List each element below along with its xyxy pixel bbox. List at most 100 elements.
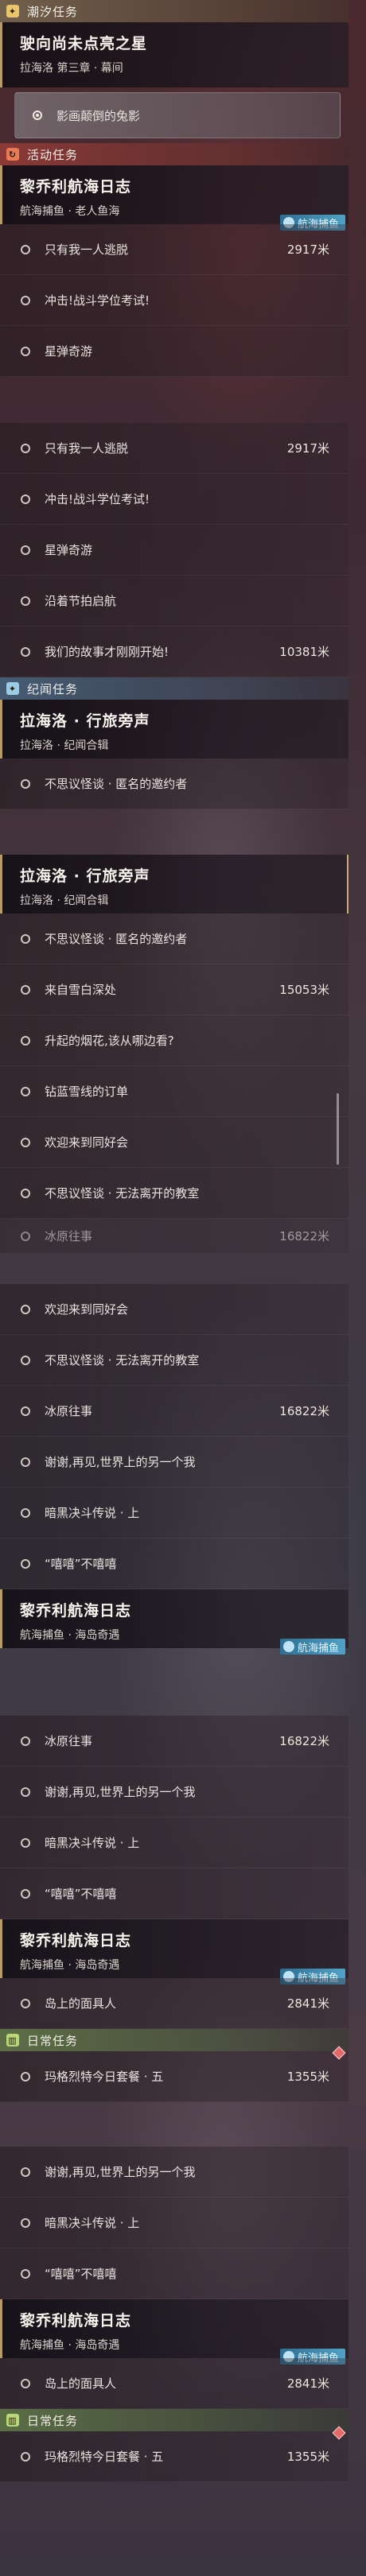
quest-item[interactable]: 冲击!战斗学位考试! (0, 474, 348, 525)
fishing-tag: 航海捕鱼 (279, 1639, 345, 1655)
quest-item-label: 冲击!战斗学位考试! (45, 492, 150, 506)
quest-panel-5: 冰原往事 16822米 谢谢,再见,世界上的另一个我 暗黑决斗传说 · 上 “嘻… (0, 1716, 348, 2102)
quest-item-label: 岛上的面具人 (45, 1996, 117, 2011)
quest-subtitle: 拉海洛 第三章 · 幕间 (20, 62, 123, 75)
quest-item[interactable]: 星弹奇游 (0, 326, 348, 377)
quest-item[interactable]: 暗黑决斗传说 · 上 (0, 1488, 348, 1538)
radio-icon (21, 778, 30, 789)
quest-item[interactable]: “嘻嘻”不嘻嘻 (0, 1868, 348, 1919)
section-tide-quests[interactable]: ✦ 潮汐任务 (0, 0, 348, 22)
quest-item[interactable]: 不思议怪谈 · 匿名的邀约者 (0, 758, 348, 809)
quest-header-chronicle[interactable]: 拉海洛 · 行旅旁声 拉海洛 · 纪闻合辑 (0, 855, 348, 914)
quest-item-label: 暗黑决斗传说 · 上 (45, 1836, 140, 1850)
quest-item-label: “嘻嘻”不嘻嘻 (45, 1557, 117, 1571)
quest-item[interactable]: “嘻嘻”不嘻嘻 (0, 1538, 348, 1589)
quest-item[interactable]: 冲击!战斗学位考试! (0, 275, 348, 326)
quest-item[interactable]: 暗黑决斗传说 · 上 (0, 1818, 348, 1868)
section-daily-quests[interactable]: ▥ 日常任务 (0, 2409, 348, 2431)
quest-item-label: 不思议怪谈 · 无法离开的教室 (45, 1186, 200, 1201)
quest-item[interactable]: “嘻嘻”不嘻嘻 (0, 2248, 348, 2299)
quest-title: 黎乔利航海日志 (20, 178, 132, 196)
quest-title: 拉海洛 · 行旅旁声 (20, 867, 150, 885)
quest-header-sailing-island[interactable]: 黎乔利航海日志 航海捕鱼 · 海岛奇遇 航海捕鱼 (0, 1919, 348, 1984)
radio-icon (21, 1736, 30, 1746)
quest-item[interactable]: 冰原往事 16822米 (0, 1386, 348, 1437)
quest-item[interactable]: 欢迎来到同好会 (0, 1284, 348, 1335)
quest-item[interactable]: 谢谢,再见,世界上的另一个我 (0, 1767, 348, 1818)
radio-icon (21, 646, 30, 657)
radio-icon (21, 494, 30, 504)
radio-icon (21, 1837, 30, 1848)
radio-icon (21, 1304, 30, 1314)
radio-icon (21, 1231, 30, 1241)
section-tide-label: 潮汐任务 (27, 4, 79, 19)
quest-title: 黎乔利航海日志 (20, 2312, 132, 2330)
quest-header-main[interactable]: 驶向尚未点亮之星 拉海洛 第三章 · 幕间 (0, 22, 348, 87)
quest-item[interactable]: 冰原往事 16822米 (0, 1716, 348, 1767)
quest-item[interactable]: 暗黑决斗传说 · 上 (0, 2198, 348, 2248)
quest-item-label: 暗黑决斗传说 · 上 (45, 1506, 140, 1520)
radio-icon (21, 2217, 30, 2228)
quest-item-label: 钻蓝雪线的订单 (45, 1084, 129, 1099)
radio-icon (21, 1137, 30, 1147)
quest-header-chronicle[interactable]: 拉海洛 · 行旅旁声 拉海洛 · 纪闻合辑 (0, 700, 348, 758)
quest-item[interactable]: 玛格烈特今日套餐 · 五 1355米 (0, 2426, 348, 2482)
quest-item[interactable]: 沿着节拍启航 (0, 576, 348, 627)
quest-item[interactable]: 岛上的面具人 2841米 (0, 2358, 348, 2409)
distance: 16822米 (279, 1734, 329, 1748)
quest-header-sailing-island[interactable]: 黎乔利航海日志 航海捕鱼 · 海岛奇遇 航海捕鱼 (0, 1589, 348, 1655)
quest-item-partial[interactable]: 冰原往事 16822米 (0, 1219, 348, 1254)
radio-icon (21, 1035, 30, 1046)
quest-item-selected[interactable]: 影画颠倒的兔影 (14, 92, 341, 138)
quest-item-label: 岛上的面具人 (45, 2376, 117, 2391)
quest-subtitle: 拉海洛 · 纪闻合辑 (20, 894, 109, 907)
quest-item-label: 冰原往事 (45, 1229, 93, 1243)
quest-item[interactable]: 不思议怪谈 · 匿名的邀约者 (0, 914, 348, 964)
quest-item-label: 影画颠倒的兔影 (56, 108, 141, 123)
quest-item[interactable]: 只有我一人逃脱 2917米 (0, 423, 348, 474)
distance: 16822米 (279, 1229, 329, 1243)
section-daily-quests[interactable]: ▥ 日常任务 (0, 2029, 348, 2051)
quest-item-label: 欢迎来到同好会 (45, 1302, 129, 1317)
quest-header-sailing-island[interactable]: 黎乔利航海日志 航海捕鱼 · 海岛奇遇 航海捕鱼 (0, 2299, 348, 2365)
section-chronicle-quests[interactable]: ✦ 纪闻任务 (0, 677, 348, 700)
section-event-quests[interactable]: ↻ 活动任务 (0, 143, 348, 165)
quest-item[interactable]: 星弹奇游 (0, 525, 348, 576)
quest-item-label: 谢谢,再见,世界上的另一个我 (45, 1455, 196, 1469)
quest-item-label: 玛格烈特今日套餐 · 五 (45, 2450, 164, 2464)
quest-item[interactable]: 谢谢,再见,世界上的另一个我 (0, 1437, 348, 1488)
radio-icon (21, 2167, 30, 2177)
radio-icon (21, 1188, 30, 1198)
distance: 2841米 (286, 1996, 329, 2011)
quest-item[interactable]: 岛上的面具人 2841米 (0, 1978, 348, 2029)
radio-icon (21, 933, 30, 944)
quest-title: 拉海洛 · 行旅旁声 (20, 712, 150, 730)
section-chronicle-label: 纪闻任务 (27, 681, 79, 696)
quest-item[interactable]: 我们的故事才刚刚开始! 10381米 (0, 627, 348, 677)
star-icon: ✦ (6, 682, 19, 695)
quest-header-sailing[interactable]: 黎乔利航海日志 航海捕鱼 · 老人鱼海 航海捕鱼 (0, 165, 348, 231)
quest-item[interactable]: 钻蓝雪线的订单 (0, 1066, 348, 1117)
header-corner (341, 855, 348, 914)
radio-icon (21, 1406, 30, 1416)
radio-icon (21, 2268, 30, 2279)
quest-item[interactable]: 升起的烟花,该从哪边看? (0, 1015, 348, 1066)
quest-item-label: 冰原往事 (45, 1404, 93, 1418)
distance: 1355米 (286, 2070, 329, 2084)
radio-icon (21, 346, 30, 356)
quest-item[interactable]: 谢谢,再见,世界上的另一个我 (0, 2147, 348, 2198)
section-event-label: 活动任务 (27, 147, 79, 162)
quest-item[interactable]: 来自雪白深处 15053米 (0, 964, 348, 1015)
quest-subtitle: 拉海洛 · 纪闻合辑 (20, 739, 109, 752)
quest-item[interactable]: 不思议怪谈 · 无法离开的教室 (0, 1168, 348, 1219)
quest-item[interactable]: 不思议怪谈 · 无法离开的教室 (0, 1335, 348, 1386)
star-icon: ✦ (6, 5, 19, 17)
distance: 1355米 (286, 2450, 329, 2464)
scrollbar[interactable] (337, 1093, 339, 1165)
distance: 15053米 (279, 983, 329, 997)
quest-item[interactable]: 只有我一人逃脱 2917米 (0, 224, 348, 275)
quest-item[interactable]: 玛格烈特今日套餐 · 五 1355米 (0, 2046, 348, 2102)
quest-item[interactable]: 欢迎来到同好会 (0, 1117, 348, 1168)
quest-item-label: 不思议怪谈 · 无法离开的教室 (45, 1353, 200, 1368)
radio-icon (21, 596, 30, 606)
